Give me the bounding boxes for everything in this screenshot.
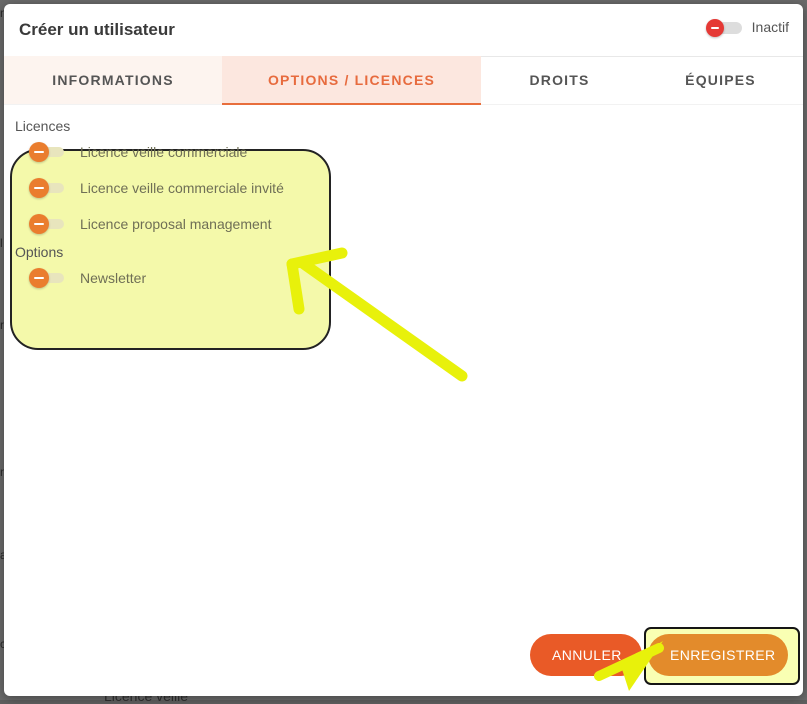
licence-row: Licence veille commerciale invité	[15, 170, 375, 206]
save-button[interactable]: ENREGISTRER	[648, 634, 788, 676]
create-user-dialog: Créer un utilisateur Inactif INFORMATION…	[4, 4, 803, 696]
licence-label: Licence proposal management	[80, 216, 272, 232]
option-row: Newsletter	[15, 260, 375, 296]
tab-options-licences[interactable]: OPTIONS / LICENCES	[222, 56, 481, 105]
dialog-header: Créer un utilisateur Inactif	[4, 4, 803, 57]
licence-row: Licence veille commerciale	[15, 134, 375, 170]
licence-toggle[interactable]	[29, 141, 65, 163]
newsletter-toggle[interactable]	[29, 267, 65, 289]
options-section-label: Options	[15, 244, 64, 260]
toggle-thumb	[29, 268, 49, 288]
licence-label: Licence veille commerciale invité	[80, 180, 284, 196]
status-toggle-thumb	[705, 19, 724, 37]
tab-informations[interactable]: INFORMATIONS	[4, 56, 222, 104]
options-licences-panel: Licences Licence veille commerciale Lice…	[15, 118, 375, 296]
licence-toggle[interactable]	[29, 213, 65, 235]
toggle-thumb	[29, 178, 49, 198]
licence-label: Licence veille commerciale	[80, 144, 248, 160]
tab-options-licences-label: OPTIONS / LICENCES	[267, 72, 436, 88]
status-label: Inactif	[751, 19, 789, 35]
licences-section-label: Licences	[15, 118, 71, 134]
status-toggle[interactable]	[705, 19, 742, 37]
toggle-thumb	[29, 214, 49, 234]
licence-toggle[interactable]	[29, 177, 65, 199]
tab-droits[interactable]: DROITS	[481, 56, 638, 104]
active-tab-indicator	[222, 103, 481, 105]
dialog-title: Créer un utilisateur	[19, 20, 175, 39]
licence-row: Licence proposal management	[15, 206, 375, 242]
status-control: Inactif	[705, 19, 789, 37]
option-label: Newsletter	[80, 270, 147, 286]
toggle-thumb	[29, 142, 49, 162]
tab-bar: INFORMATIONS OPTIONS / LICENCES DROITS É…	[4, 56, 803, 105]
cancel-button[interactable]: ANNULER	[530, 634, 642, 676]
tab-equipes[interactable]: ÉQUIPES	[638, 56, 803, 104]
